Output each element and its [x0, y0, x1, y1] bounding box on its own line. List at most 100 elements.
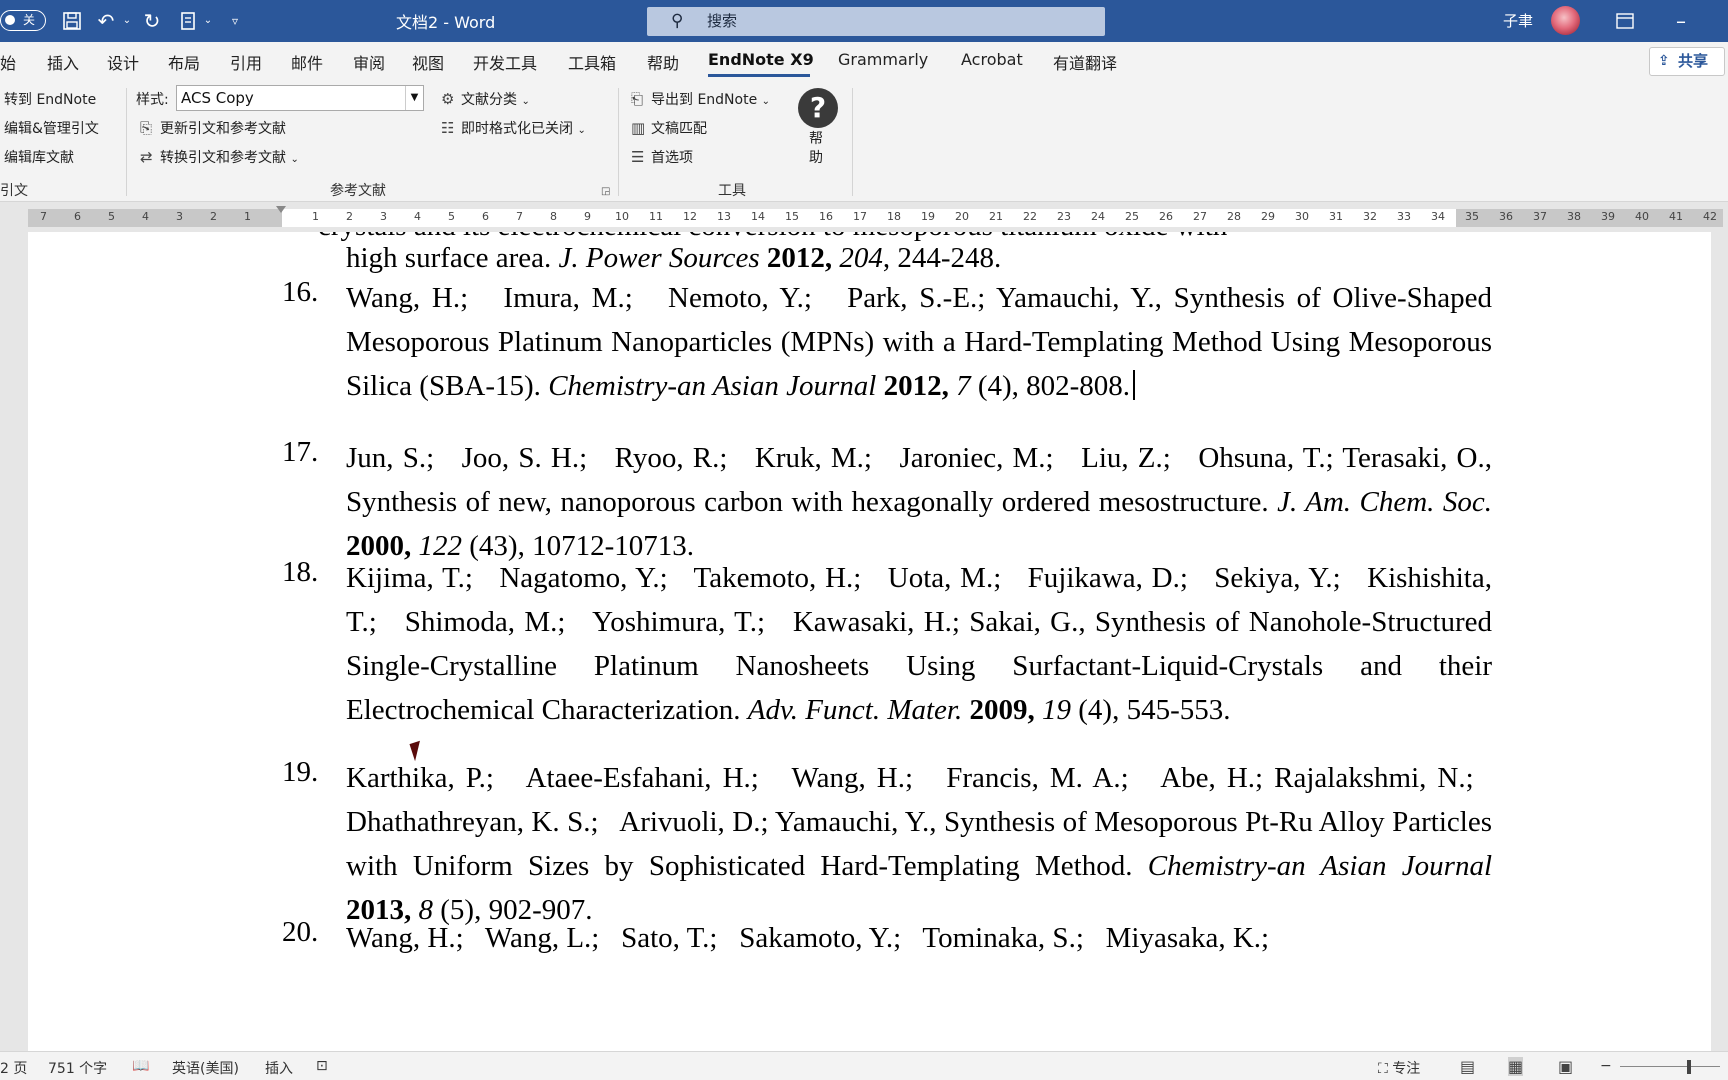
ruler-number: 11 — [649, 210, 663, 223]
format-list-icon: ☷ — [441, 119, 455, 137]
undo-dropdown-icon[interactable]: ⌄ — [122, 8, 132, 34]
tab-view[interactable]: 视图 — [412, 50, 444, 74]
document-area[interactable]: crystals and its electrochemical convers… — [0, 232, 1728, 1051]
macro-record-icon[interactable]: ⊡ — [316, 1058, 328, 1074]
ruler-number: 35 — [1465, 210, 1479, 223]
user-avatar[interactable] — [1551, 6, 1580, 35]
style-label: 样式: — [136, 92, 169, 108]
manuscript-matcher-button[interactable]: ▥ 文稿匹配 — [631, 118, 707, 138]
insert-mode-indicator[interactable]: 插入 — [265, 1058, 293, 1078]
print-layout-icon[interactable]: ▦ — [1508, 1057, 1524, 1076]
ruler-number: 6 — [482, 210, 489, 223]
tab-insert[interactable]: 插入 — [47, 50, 79, 74]
chevron-down-icon: ⌄ — [521, 96, 530, 107]
ruler-number: 14 — [751, 210, 765, 223]
text-caret — [1133, 370, 1136, 400]
ruler-number: 41 — [1669, 210, 1683, 223]
touch-dropdown-icon[interactable]: ⌄ — [203, 8, 213, 34]
tab-developer[interactable]: 开发工具 — [473, 50, 537, 74]
redo-icon[interactable]: ↻ — [140, 8, 164, 34]
tab-endnote[interactable]: EndNote X9 — [708, 50, 814, 69]
focus-mode-button[interactable]: ⛶ 专注 — [1378, 1058, 1420, 1078]
touch-mode-icon[interactable] — [176, 8, 200, 34]
tab-home[interactable]: 始 — [0, 50, 16, 74]
proofing-icon[interactable]: 📖 — [132, 1058, 149, 1074]
bibliography-group-label: 参考文献 — [330, 183, 386, 199]
user-name[interactable]: 子聿 — [1503, 10, 1533, 31]
zoom-slider[interactable] — [1620, 1066, 1720, 1067]
ruler-number: 8 — [550, 210, 557, 223]
go-to-endnote-button[interactable]: 转到 EndNote — [4, 89, 96, 109]
ruler-number: 2 — [210, 210, 217, 223]
ruler-number: 42 — [1703, 210, 1717, 223]
word-count[interactable]: 751 个字 — [48, 1058, 107, 1078]
group-separator — [618, 88, 619, 196]
convert-citations-button[interactable]: ⇄ 转换引文和参考文献 ⌄ — [140, 147, 299, 167]
ruler-number: 7 — [40, 210, 47, 223]
update-icon: ⎘ — [140, 119, 153, 137]
ruler-number: 34 — [1431, 210, 1445, 223]
chevron-down-icon[interactable]: ▼ — [405, 86, 423, 110]
status-bar: 2 页 751 个字 📖 英语(美国) 插入 ⊡ ⛶ 专注 ▤ ▦ ▣ − — [0, 1051, 1728, 1080]
share-button[interactable]: ⇪ 共享 — [1649, 47, 1725, 76]
tab-review[interactable]: 审阅 — [353, 50, 385, 74]
instant-formatting-button[interactable]: ☷ 即时格式化已关闭 ⌄ — [441, 118, 586, 138]
update-citations-button[interactable]: ⎘ 更新引文和参考文献 — [140, 118, 286, 138]
ruler-number: 28 — [1227, 210, 1241, 223]
autosave-toggle[interactable]: 关 — [0, 10, 46, 31]
ruler-number: 5 — [108, 210, 115, 223]
tab-youdao[interactable]: 有道翻译 — [1053, 50, 1117, 74]
ruler-number: 6 — [74, 210, 81, 223]
tab-references[interactable]: 引用 — [230, 50, 262, 74]
document-page[interactable]: crystals and its electrochemical convers… — [28, 232, 1711, 1051]
ruler-number: 18 — [887, 210, 901, 223]
undo-icon[interactable]: ↶ — [94, 8, 118, 34]
ruler-number: 3 — [380, 210, 387, 223]
focus-icon: ⛶ — [1378, 1061, 1388, 1077]
help-button-label[interactable]: 帮助 — [809, 130, 827, 168]
language-indicator[interactable]: 英语(美国) — [172, 1058, 239, 1078]
tab-grammarly[interactable]: Grammarly — [838, 50, 928, 69]
reference-number: 18. — [282, 556, 319, 588]
preferences-button[interactable]: ☰ 首选项 — [631, 147, 693, 167]
web-layout-icon[interactable]: ▣ — [1558, 1057, 1573, 1076]
tab-acrobat[interactable]: Acrobat — [961, 50, 1023, 69]
zoom-out-icon[interactable]: − — [1600, 1058, 1612, 1074]
tab-help[interactable]: 帮助 — [647, 50, 679, 74]
save-icon[interactable] — [60, 8, 84, 34]
ruler-number: 32 — [1363, 210, 1377, 223]
horizontal-ruler[interactable]: 7 6 5 4 3 2 1 1 2 3 4 5 6 7 8 9 10 11 12 13 14 15 16 17 18 19 20 21… — [0, 203, 1728, 232]
page-indicator[interactable]: 2 页 — [0, 1058, 27, 1078]
edit-manage-citations-button[interactable]: 编辑&管理引文 — [4, 118, 99, 138]
search-box[interactable]: ⚲ 搜索 — [647, 7, 1105, 36]
export-to-endnote-button[interactable]: ⎗ 导出到 EndNote ⌄ — [631, 89, 770, 109]
ruler-number: 30 — [1295, 210, 1309, 223]
first-line-indent-marker[interactable] — [276, 206, 286, 213]
menu-bar: 始 插入 设计 布局 引用 邮件 审阅 视图 开发工具 工具箱 帮助 EndNo… — [0, 42, 1728, 80]
zoom-slider-thumb[interactable] — [1687, 1060, 1691, 1074]
active-tab-indicator — [708, 74, 810, 77]
ruler-number: 27 — [1193, 210, 1207, 223]
title-bar: 关 ↶ ⌄ ↻ ⌄ ▿ 文档2 - Word ⚲ 搜索 子聿 – — [0, 0, 1728, 42]
tab-mailings[interactable]: 邮件 — [291, 50, 323, 74]
chevron-down-icon: ⌄ — [577, 125, 586, 136]
ruler-number: 12 — [683, 210, 697, 223]
read-mode-icon[interactable]: ▤ — [1460, 1057, 1475, 1076]
tab-layout[interactable]: 布局 — [168, 50, 200, 74]
edit-library-reference-button[interactable]: 编辑库文献 — [4, 147, 74, 167]
customize-qat-icon[interactable]: ▿ — [228, 8, 242, 34]
minimize-icon[interactable]: – — [1670, 8, 1692, 34]
ruler-number: 15 — [785, 210, 799, 223]
search-icon: ⚲ — [671, 11, 684, 31]
reference-text: Kijima, T.; Nagatomo, Y.; Takemoto, H.; … — [346, 562, 1492, 726]
help-icon[interactable]: ? — [798, 88, 838, 128]
ribbon-display-options-icon[interactable] — [1614, 8, 1636, 34]
ruler-number: 7 — [516, 210, 523, 223]
style-select[interactable]: ACS Copy ▼ — [176, 85, 424, 111]
ruler-number: 33 — [1397, 210, 1411, 223]
dialog-launcher-icon[interactable]: ◲ — [601, 187, 612, 198]
tab-toolbox[interactable]: 工具箱 — [568, 50, 616, 74]
tab-design[interactable]: 设计 — [107, 50, 139, 74]
bar-chart-icon: ▥ — [631, 119, 646, 137]
categorize-references-button[interactable]: ⚙ 文献分类 ⌄ — [441, 89, 530, 109]
